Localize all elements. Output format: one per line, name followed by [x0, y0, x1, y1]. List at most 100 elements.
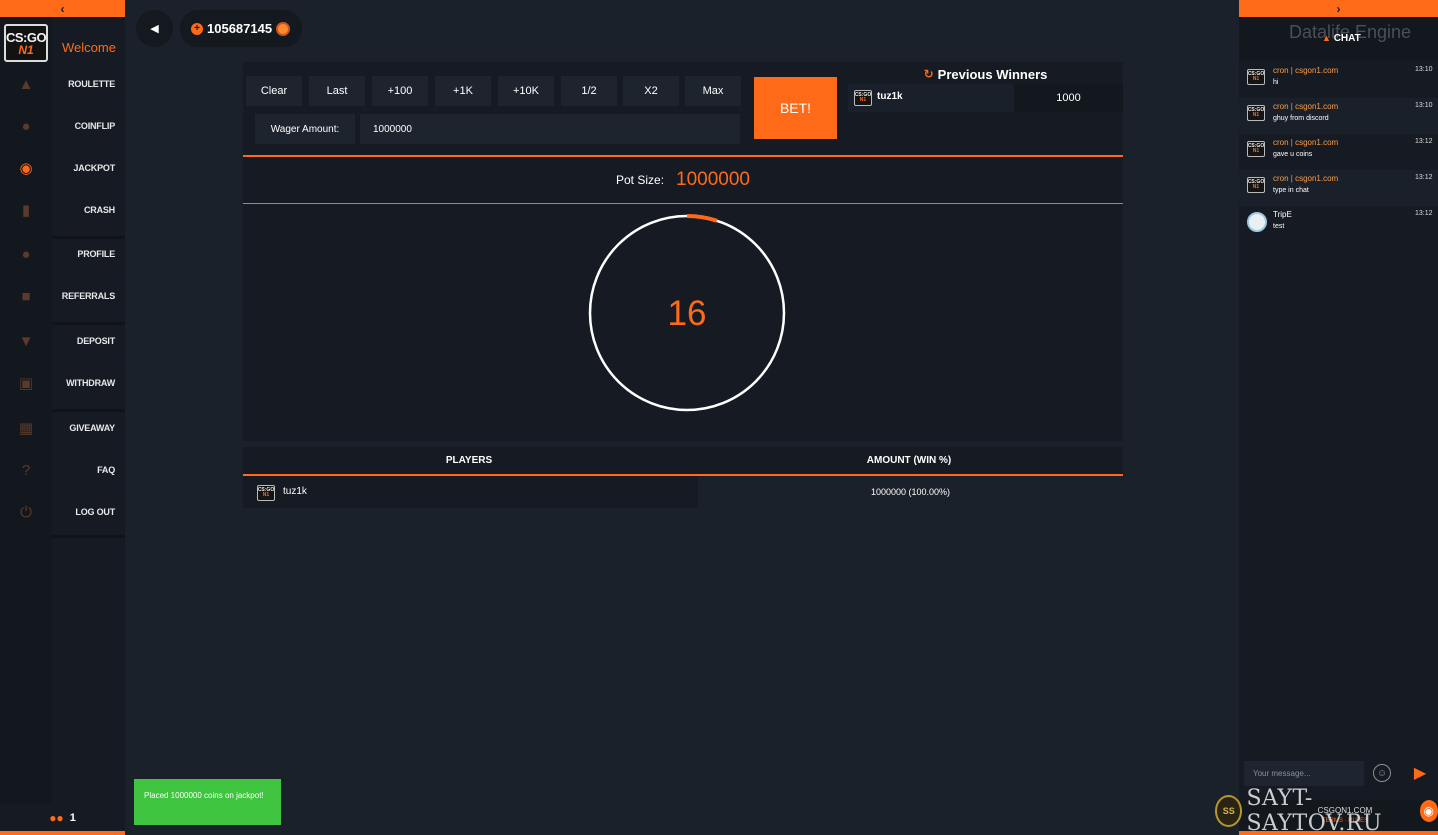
plus-10k-button[interactable]: +10K [498, 76, 554, 106]
player-name: tuz1k [283, 486, 307, 497]
notification-toast[interactable]: Placed 1000000 coins on jackpot! [134, 779, 281, 825]
question-icon[interactable]: ? [14, 460, 38, 480]
sidebar-item-withdraw[interactable]: WITHDRAW [52, 363, 125, 403]
sidebar-item-label: REFERRALS [61, 291, 115, 301]
sidebar-item-crash[interactable]: CRASH [52, 190, 125, 230]
winner-amount: 1000 [1014, 84, 1123, 112]
plus-100-button[interactable]: +100 [372, 76, 428, 106]
sidebar-item-coinflip[interactable]: COINFLIP [52, 106, 125, 146]
deposit-icon[interactable]: ▼ [14, 331, 38, 351]
users-icon: ●● [49, 811, 64, 825]
chat-icon: ▲ [1322, 33, 1331, 43]
speaker-icon: ◀ [150, 23, 159, 35]
user-icon[interactable]: ● [14, 244, 38, 264]
pot-size-bar: Pot Size: 1000000 [243, 157, 1123, 203]
balance-display[interactable]: + 105687145 [180, 10, 302, 47]
last-button[interactable]: Last [309, 76, 365, 106]
chat-username[interactable]: TripE [1273, 210, 1292, 219]
chat-username[interactable]: cron | csgon1.com [1273, 138, 1338, 147]
sidebar-item-label: FAQ [97, 465, 115, 475]
table-row: CS:GO N1 tuz1k 1000000 (100.00%) [243, 476, 1123, 508]
logo-text-accent: N1 [18, 42, 34, 57]
sidebar-item-log-out[interactable]: LOG OUT [52, 492, 125, 532]
power-icon[interactable]: ⏻ [14, 502, 38, 522]
avatar[interactable] [1247, 212, 1267, 232]
cowboy-hat-icon[interactable]: ▲ [14, 74, 38, 94]
sidebar-item-profile[interactable]: PROFILE [52, 234, 125, 274]
sidebar-item-label: GIVEAWAY [69, 423, 115, 433]
chat-username[interactable]: cron | csgon1.com [1273, 102, 1338, 111]
sidebar-item-faq[interactable]: FAQ [52, 450, 125, 490]
online-count: 1 [69, 812, 76, 824]
group-icon[interactable]: ■ [14, 286, 38, 306]
coin-icon[interactable]: ● [14, 116, 38, 136]
chat-timestamp: 13:12 [1415, 210, 1433, 217]
send-message-button[interactable]: ▶ [1411, 764, 1429, 782]
amount-column-header: AMOUNT (WIN %) [866, 455, 952, 466]
players-column-header: PLAYERS [445, 455, 493, 466]
add-balance-icon[interactable]: + [191, 22, 203, 35]
avatar[interactable]: CS:GO N1 [1247, 105, 1265, 121]
chat-text: hi [1273, 79, 1279, 86]
max-button[interactable]: Max [685, 76, 741, 106]
wager-amount-label: Wager Amount: [255, 114, 355, 144]
chat-message: CS:GO N1 cron | csgon1.com ghuy from discor… [1239, 98, 1438, 134]
emoji-button[interactable]: ☺ [1373, 764, 1391, 782]
avatar[interactable]: CS:GO N1 [1247, 141, 1265, 157]
chat-timestamp: 13:10 [1415, 102, 1433, 109]
logo-text: CS:GO [5, 29, 47, 45]
chat-timestamp: 13:10 [1415, 66, 1433, 73]
winner-row: CS:GO N1 tuz1k 1000 [848, 84, 1123, 112]
chat-text: test [1273, 223, 1285, 230]
chat-timestamp: 13:12 [1415, 174, 1433, 181]
chat-text: ghuy from discord [1273, 115, 1329, 122]
bar-chart-icon[interactable]: ▮ [14, 200, 38, 220]
balance-value: 105687145 [207, 21, 273, 36]
sidebar-item-giveaway[interactable]: GIVEAWAY [52, 408, 125, 448]
chat-title-label: CHAT [1333, 33, 1361, 44]
sidebar-item-roulette[interactable]: ROULETTE [52, 64, 125, 104]
sidebar-item-jackpot[interactable]: JACKPOT [52, 148, 125, 188]
send-icon: ▶ [1413, 765, 1427, 782]
chat-username[interactable]: cron | csgon1.com [1273, 66, 1338, 75]
avatar[interactable]: CS:GO N1 [1247, 177, 1265, 193]
chevron-right-icon: › [1336, 1, 1341, 16]
wager-amount-input[interactable] [360, 114, 740, 144]
pot-size-value: 1000000 [676, 169, 750, 190]
money-bag-icon[interactable]: ◉ [14, 158, 38, 178]
chat-text: gave u coins [1273, 151, 1313, 158]
double-button[interactable]: X2 [623, 76, 679, 106]
chat-timestamp: 13:12 [1415, 138, 1433, 145]
sidebar-item-deposit[interactable]: DEPOSIT [52, 321, 125, 361]
chat-title: ▲ CHAT [1322, 33, 1361, 44]
avatar[interactable]: CS:GO N1 [1247, 69, 1265, 85]
sidebar-item-label: PROFILE [77, 249, 115, 259]
sidebar-item-label: DEPOSIT [76, 336, 115, 346]
countdown-ring-progress [686, 214, 718, 223]
chat-username[interactable]: cron | csgon1.com [1273, 174, 1338, 183]
sidebar-item-label: JACKPOT [73, 163, 115, 173]
gift-icon[interactable]: ▦ [14, 418, 38, 438]
winner-name: tuz1k [877, 91, 903, 102]
plus-1k-button[interactable]: +1K [435, 76, 491, 106]
sound-toggle-button[interactable]: ◀ [136, 10, 173, 47]
coins-icon [276, 21, 291, 36]
left-collapse-bar[interactable]: ‹ [0, 0, 125, 17]
sidebar-item-label: WITHDRAW [66, 378, 115, 388]
site-logo[interactable]: CS:GO N1 [4, 24, 48, 62]
chat-message: CS:GO N1 cron | csgon1.com hi 13:10 [1239, 62, 1438, 98]
menu-separator [52, 236, 125, 239]
left-bottom-accent [0, 831, 125, 835]
cart-icon[interactable]: ▣ [14, 373, 38, 393]
alert-icon: ◉ [1419, 800, 1438, 822]
menu-separator [52, 409, 125, 412]
chevron-left-icon: ‹ [60, 1, 65, 16]
bet-button[interactable]: BET! [754, 77, 837, 139]
sidebar-item-referrals[interactable]: REFERRALS [52, 276, 125, 316]
welcome-label: Welcome [62, 40, 116, 55]
chat-collapse-bar[interactable]: › [1239, 0, 1438, 17]
half-button[interactable]: 1/2 [561, 76, 617, 106]
sidebar-item-label: COINFLIP [74, 121, 116, 131]
clear-button[interactable]: Clear [246, 76, 302, 106]
chat-message-input[interactable] [1244, 761, 1364, 786]
